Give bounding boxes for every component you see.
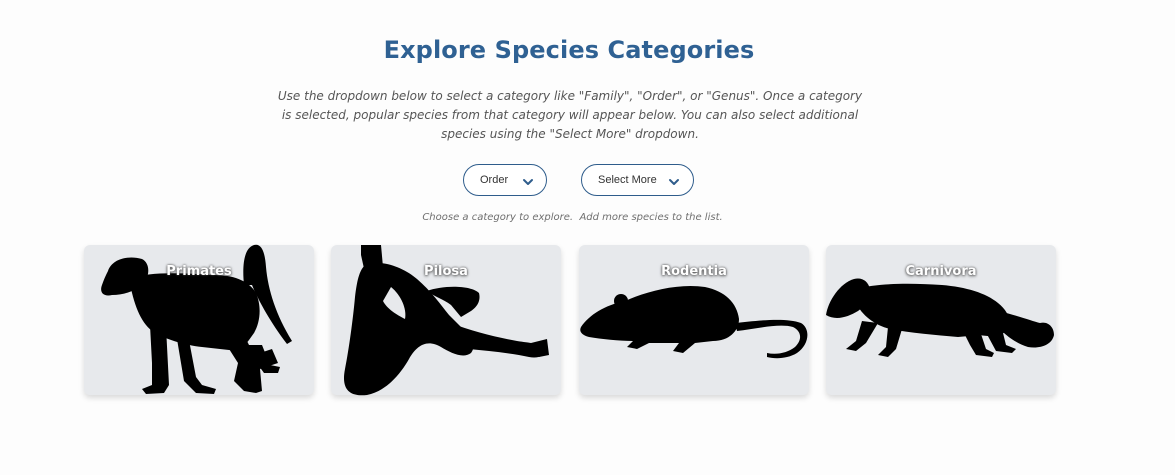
select-more-dropdown-label: Select More (598, 174, 657, 186)
select-more-hint: Add more species to the list. (579, 212, 723, 223)
category-card-rodentia[interactable]: Rodentia (579, 245, 809, 395)
category-card-pilosa[interactable]: Pilosa (331, 245, 561, 396)
select-more-dropdown[interactable]: Select More (581, 164, 694, 196)
chevron-down-icon (669, 179, 679, 185)
category-card-label: Carnivora (905, 264, 977, 279)
category-card-primates[interactable]: Primates (84, 244, 314, 395)
page-title: Explore Species Categories (383, 36, 755, 64)
category-card-label: Pilosa (424, 264, 468, 279)
page-description: Use the dropdown below to select a categ… (277, 89, 863, 141)
chevron-down-icon (523, 179, 533, 185)
category-card-label: Primates (166, 264, 232, 279)
category-dropdown-value: Order (480, 174, 509, 186)
category-dropdown[interactable]: Order (463, 164, 547, 196)
dropdown-hints: Choose a category to explore. Add more s… (0, 212, 1145, 223)
category-card-carnivora[interactable]: Carnivora (826, 245, 1056, 395)
category-card-label: Rodentia (661, 264, 727, 279)
category-hint: Choose a category to explore. (422, 212, 574, 223)
